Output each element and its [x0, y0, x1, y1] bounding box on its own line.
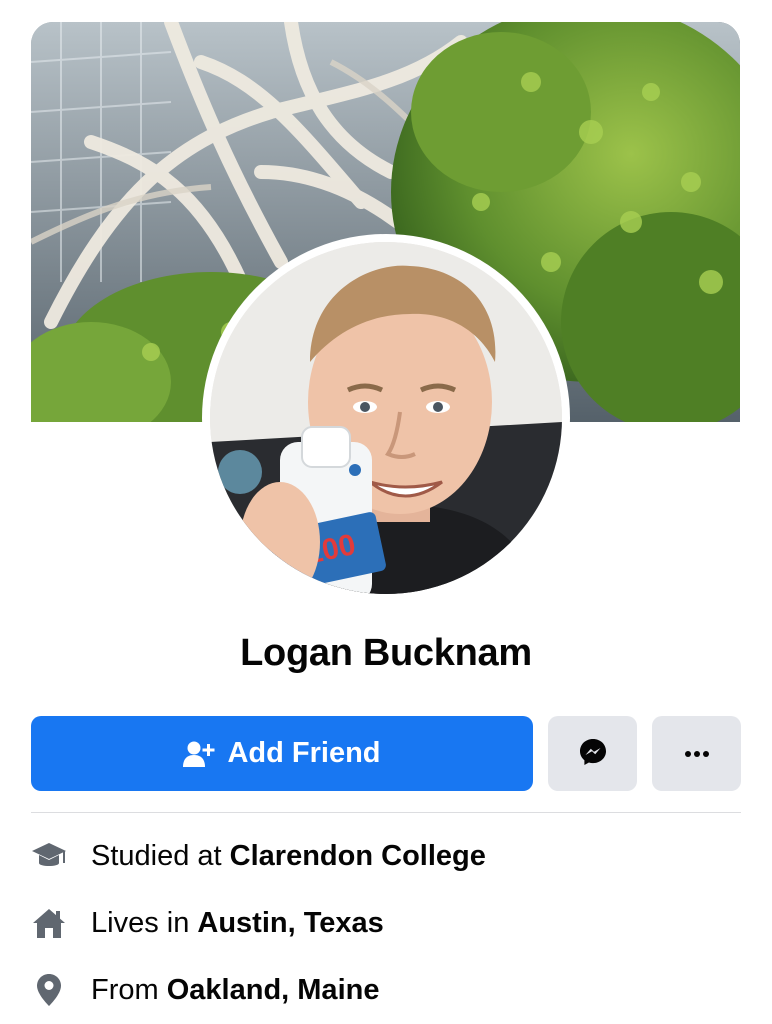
add-friend-icon: [183, 740, 215, 768]
profile-name: Logan Bucknam: [240, 632, 532, 674]
residence-value[interactable]: Austin, Texas: [197, 907, 383, 940]
hometown-prefix: From: [91, 973, 159, 1006]
hometown-value[interactable]: Oakland, Maine: [167, 974, 380, 1007]
more-options-button[interactable]: [652, 716, 741, 791]
intro-education: Studied at Clarendon College: [31, 836, 486, 876]
add-friend-button[interactable]: Add Friend: [31, 716, 533, 791]
messenger-icon: [578, 737, 608, 770]
education-prefix: Studied at: [91, 839, 222, 872]
education-value[interactable]: Clarendon College: [230, 840, 486, 873]
graduation-cap-icon: [31, 838, 67, 874]
avatar-illustration: 100: [210, 242, 562, 594]
add-friend-label: Add Friend: [227, 737, 381, 769]
messenger-button[interactable]: [548, 716, 637, 791]
home-icon: [31, 905, 67, 941]
location-pin-icon: [31, 972, 67, 1008]
intro-residence: Lives in Austin, Texas: [31, 903, 384, 943]
profile-picture[interactable]: 100: [210, 242, 562, 594]
divider: [31, 812, 741, 813]
more-dots-icon: [682, 746, 712, 761]
residence-prefix: Lives in: [91, 906, 190, 939]
intro-hometown: From Oakland, Maine: [31, 970, 379, 1010]
